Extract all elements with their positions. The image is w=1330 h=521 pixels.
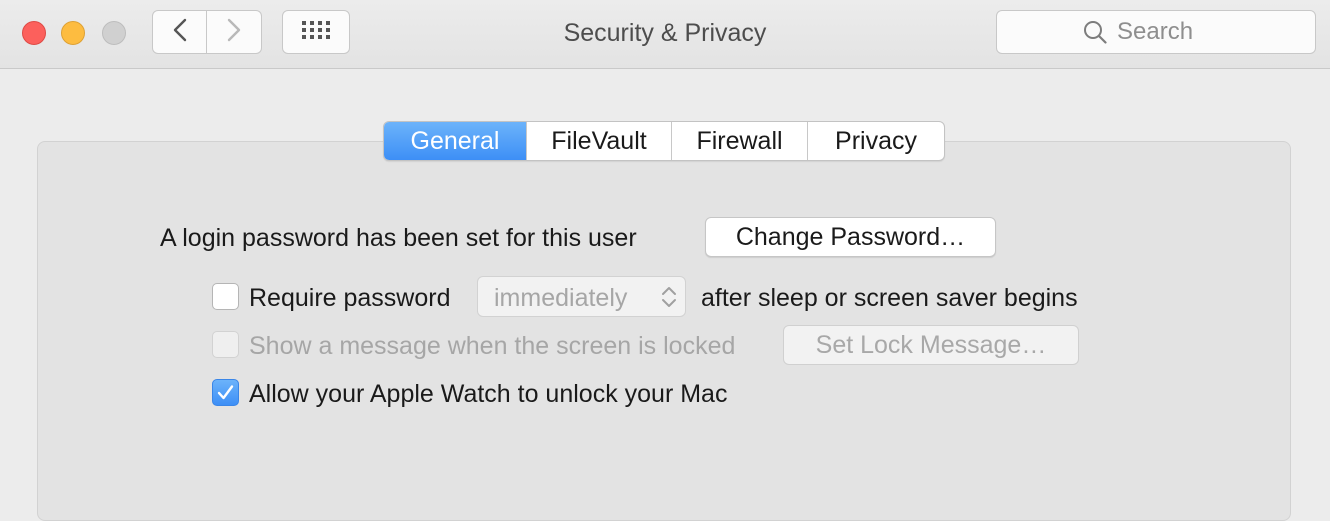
- require-password-label: Require password: [249, 284, 451, 312]
- require-password-suffix: after sleep or screen saver begins: [701, 284, 1078, 312]
- tab-general[interactable]: General: [384, 122, 527, 160]
- tab-privacy[interactable]: Privacy: [808, 122, 944, 160]
- apple-watch-unlock-checkbox[interactable]: [212, 379, 239, 406]
- require-password-checkbox[interactable]: [212, 283, 239, 310]
- up-down-arrows-icon: [661, 285, 677, 314]
- apple-watch-unlock-label: Allow your Apple Watch to unlock your Ma…: [249, 380, 728, 408]
- checkmark-icon: [217, 385, 234, 400]
- tab-bar: General FileVault Firewall Privacy: [383, 121, 945, 161]
- delay-value: immediately: [494, 284, 628, 312]
- tab-filevault[interactable]: FileVault: [527, 122, 672, 160]
- show-message-checkbox[interactable]: [212, 331, 239, 358]
- set-lock-message-button[interactable]: Set Lock Message…: [783, 325, 1079, 365]
- change-password-button[interactable]: Change Password…: [705, 217, 996, 257]
- login-password-text: A login password has been set for this u…: [160, 224, 637, 252]
- search-icon: [1083, 20, 1107, 44]
- title-bar: Security & Privacy: [0, 0, 1330, 69]
- require-password-delay-popup[interactable]: immediately: [477, 276, 686, 317]
- tab-firewall[interactable]: Firewall: [672, 122, 808, 160]
- search-input[interactable]: [1117, 18, 1317, 46]
- search-field[interactable]: [996, 10, 1317, 54]
- show-message-label: Show a message when the screen is locked: [249, 332, 736, 360]
